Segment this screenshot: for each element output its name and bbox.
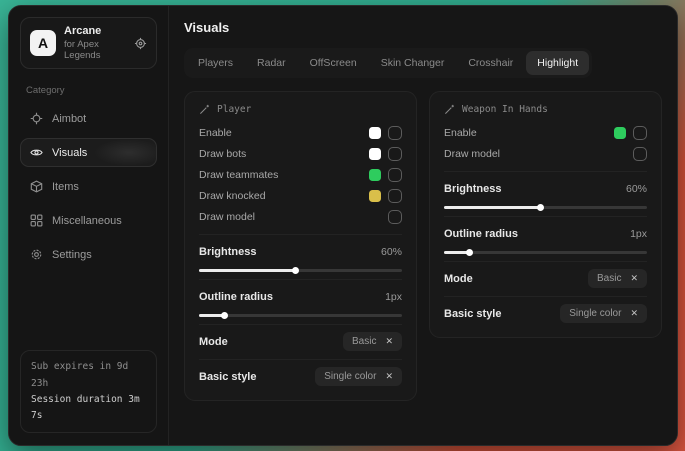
tab-highlight[interactable]: Highlight: [526, 51, 589, 75]
setting-row-enable: Enable: [444, 122, 647, 143]
tab-players[interactable]: Players: [187, 51, 244, 75]
setting-row-draw-bots: Draw bots: [199, 143, 402, 164]
card-title: Weapon In Hands: [462, 104, 548, 115]
sidebar-item-label: Visuals: [52, 147, 87, 159]
mode-tag[interactable]: Basic ✕: [588, 269, 647, 288]
checkbox[interactable]: [388, 147, 402, 161]
sidebar-item-label: Items: [52, 181, 79, 193]
basic-style-tag[interactable]: Single color ✕: [560, 304, 647, 323]
checkbox[interactable]: [388, 168, 402, 182]
tab-radar[interactable]: Radar: [246, 51, 297, 75]
sidebar-item-visuals[interactable]: Visuals: [20, 138, 157, 167]
sidebar-item-settings[interactable]: Settings: [20, 240, 157, 269]
slider-thumb[interactable]: [221, 312, 228, 319]
visuals-eye-icon: [30, 146, 43, 159]
sidebar-item-label: Miscellaneous: [52, 215, 122, 227]
color-swatch[interactable]: [369, 148, 381, 160]
setting-row-brightness: Brightness 60%: [199, 241, 402, 262]
setting-row-basic-style: Basic style Single color ✕: [199, 366, 402, 387]
slider-value: 1px: [630, 228, 647, 240]
brightness-slider[interactable]: [444, 206, 647, 209]
aimbot-crosshair-icon: [30, 112, 43, 125]
color-swatch[interactable]: [369, 169, 381, 181]
remove-tag-icon[interactable]: ✕: [385, 371, 393, 382]
remove-tag-icon[interactable]: ✕: [630, 308, 638, 319]
color-swatch[interactable]: [369, 127, 381, 139]
tab-bar: Players Radar OffScreen Skin Changer Cro…: [184, 48, 592, 78]
settings-gear-icon: [30, 248, 43, 261]
session-duration-text: Session duration 3m 7s: [31, 392, 146, 424]
checkbox[interactable]: [633, 126, 647, 140]
sidebar: A Arcane for Apex Legends Category Aimbo…: [9, 6, 169, 445]
mode-tag[interactable]: Basic ✕: [343, 332, 402, 351]
outline-radius-slider[interactable]: [199, 314, 402, 317]
category-label: Category: [26, 85, 151, 96]
player-settings-card: Player Enable Draw bots: [184, 91, 417, 401]
sidebar-item-label: Settings: [52, 249, 92, 261]
setting-row-mode: Mode Basic ✕: [444, 268, 647, 289]
setting-row-brightness: Brightness 60%: [444, 178, 647, 199]
app-logo: A: [30, 30, 56, 56]
app-subtitle: for Apex Legends: [64, 39, 126, 61]
subscription-status-card: Sub expires in 9d 23h Session duration 3…: [20, 350, 157, 433]
wand-icon: [199, 104, 210, 115]
tab-skin-changer[interactable]: Skin Changer: [370, 51, 456, 75]
color-swatch[interactable]: [614, 127, 626, 139]
checkbox[interactable]: [388, 126, 402, 140]
setting-row-draw-knocked: Draw knocked: [199, 185, 402, 206]
setting-row-outline-radius: Outline radius 1px: [444, 223, 647, 244]
sidebar-item-miscellaneous[interactable]: Miscellaneous: [20, 206, 157, 235]
setting-row-draw-teammates: Draw teammates: [199, 164, 402, 185]
wand-icon: [444, 104, 455, 115]
slider-thumb[interactable]: [466, 249, 473, 256]
weapon-in-hands-settings-card: Weapon In Hands Enable Draw model Bright…: [429, 91, 662, 338]
sidebar-item-items[interactable]: Items: [20, 172, 157, 201]
main-panel: Visuals Players Radar OffScreen Skin Cha…: [169, 6, 677, 445]
remove-tag-icon[interactable]: ✕: [385, 336, 393, 347]
app-header-card: A Arcane for Apex Legends: [20, 17, 157, 69]
setting-row-draw-model: Draw model: [444, 143, 647, 164]
setting-row-mode: Mode Basic ✕: [199, 331, 402, 352]
slider-value: 1px: [385, 291, 402, 303]
checkbox[interactable]: [388, 189, 402, 203]
sidebar-item-label: Aimbot: [52, 113, 86, 125]
gear-icon[interactable]: [134, 37, 147, 50]
miscellaneous-grid-icon: [30, 214, 43, 227]
card-title: Player: [217, 104, 251, 115]
checkbox[interactable]: [388, 210, 402, 224]
setting-row-outline-radius: Outline radius 1px: [199, 286, 402, 307]
app-window: A Arcane for Apex Legends Category Aimbo…: [8, 5, 678, 446]
checkbox[interactable]: [633, 147, 647, 161]
setting-row-basic-style: Basic style Single color ✕: [444, 303, 647, 324]
tab-crosshair[interactable]: Crosshair: [457, 51, 524, 75]
sub-expires-text: Sub expires in 9d 23h: [31, 359, 146, 391]
page-title: Visuals: [184, 20, 662, 35]
items-box-icon: [30, 180, 43, 193]
remove-tag-icon[interactable]: ✕: [630, 273, 638, 284]
setting-row-draw-model: Draw model: [199, 206, 402, 227]
brightness-slider[interactable]: [199, 269, 402, 272]
tab-offscreen[interactable]: OffScreen: [299, 51, 368, 75]
setting-row-enable: Enable: [199, 122, 402, 143]
slider-thumb[interactable]: [292, 267, 299, 274]
outline-radius-slider[interactable]: [444, 251, 647, 254]
sidebar-item-aimbot[interactable]: Aimbot: [20, 104, 157, 133]
app-name: Arcane: [64, 25, 126, 37]
color-swatch[interactable]: [369, 190, 381, 202]
slider-value: 60%: [381, 246, 402, 258]
slider-thumb[interactable]: [537, 204, 544, 211]
slider-value: 60%: [626, 183, 647, 195]
basic-style-tag[interactable]: Single color ✕: [315, 367, 402, 386]
